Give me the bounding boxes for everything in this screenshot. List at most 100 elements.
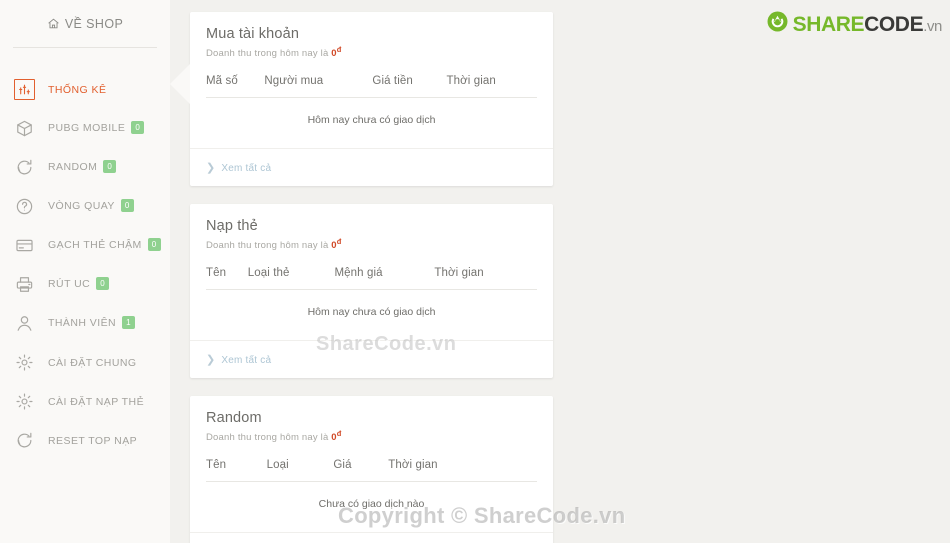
sidebar-item-label-wrap: RANDOM 0 (48, 160, 117, 174)
shop-header[interactable]: VỀ SHOP (0, 0, 170, 47)
card-title: Random (206, 410, 262, 427)
question-icon (14, 196, 35, 217)
column-header: Loại thẻ (247, 253, 335, 291)
revenue-amount: 0đ (331, 237, 342, 251)
sidebar: VỀ SHOP THỐNG KÊ PUBG MOBILE 0 RANDOM 0 VÒNG … (0, 0, 170, 543)
shop-header-label: VỀ SHOP (64, 16, 124, 31)
revenue-amount: 0đ (331, 429, 342, 443)
sidebar-item-thành-viên[interactable]: THÀNH VIÊN 1 (0, 304, 170, 343)
card-subtitle: Doanh thu trong hôm nay là 0đ (206, 237, 537, 251)
card-table: Mã số Người mua Giá tiền Thời gian Hôm nay c… (206, 61, 537, 148)
user-icon (14, 313, 35, 334)
sidebar-item-label-wrap: GẠCH THẺ CHẬM 0 (48, 238, 161, 252)
stats-icon (14, 79, 35, 100)
sidebar-item-random[interactable]: RANDOM 0 (0, 148, 170, 187)
chevron-right-icon: ❯ (206, 162, 216, 175)
card-subtitle: Doanh thu trong hôm nay là 0đ (206, 429, 537, 443)
sidebar-item-label: RANDOM (48, 161, 98, 174)
chevron-right-icon: ❯ (206, 354, 216, 367)
stat-card: Mua tài khoản Doanh thu trong hôm nay là … (190, 12, 553, 187)
box-icon (14, 118, 35, 139)
stat-card: Nạp thẻ Doanh thu trong hôm nay là 0đ Tên L… (190, 204, 553, 379)
view-all-link[interactable]: ❯ Xem tất cả (206, 162, 272, 175)
printer-icon (14, 274, 35, 295)
column-header: Mệnh giá (334, 253, 435, 291)
column-header: Tên (206, 253, 248, 291)
sidebar-item-badge: 0 (120, 199, 134, 212)
table-header-row: Tên Loại thẻ Mệnh giá Thời gian (206, 253, 537, 291)
sidebar-item-pubg-mobile[interactable]: PUBG MOBILE 0 (0, 109, 170, 148)
sidebar-item-rút-uc[interactable]: RÚT UC 0 (0, 265, 170, 304)
view-all-link[interactable]: ❯ Xem tất cả (206, 354, 272, 367)
sidebar-item-thống-kê[interactable]: THỐNG KÊ (0, 70, 170, 109)
dashboard-page: VỀ SHOP THỐNG KÊ PUBG MOBILE 0 RANDOM 0 VÒNG … (0, 0, 950, 543)
table-empty-row: Chưa có giao dịch nào (206, 482, 537, 533)
table-header-row: Mã số Người mua Giá tiền Thời gian (206, 61, 537, 99)
view-all-label: Xem tất cả (221, 163, 272, 175)
refresh-icon (14, 430, 35, 451)
currency-symbol: đ (336, 45, 342, 54)
column-header: Thời gian (446, 61, 537, 99)
sidebar-item-label: GẠCH THẺ CHẬM (48, 239, 142, 252)
sidebar-item-gạch-thẻ-chậm[interactable]: GẠCH THẺ CHẬM 0 (0, 226, 170, 265)
sidebar-item-vòng-quay[interactable]: VÒNG QUAY 0 (0, 187, 170, 226)
column-header: Tên (206, 445, 267, 483)
sidebar-item-label-wrap: CÀI ĐẶT NẠP THẺ (48, 396, 144, 408)
sidebar-item-cài-đặt-chung[interactable]: CÀI ĐẶT CHUNG (0, 343, 170, 382)
sidebar-item-reset-top-nạp[interactable]: RESET TOP NẠP (0, 421, 170, 460)
sidebar-item-badge: 0 (96, 277, 110, 290)
column-header: Loại (266, 445, 334, 483)
gear-icon (14, 391, 35, 412)
currency-symbol: đ (336, 237, 342, 247)
card-table-wrap: Mã số Người mua Giá tiền Thời gian Hôm nay c… (190, 61, 553, 148)
logo-text: SHARECODE.vn (792, 12, 943, 36)
sidebar-item-label: PUBG MOBILE (48, 122, 126, 135)
card-header: Nạp thẻ Doanh thu trong hôm nay là 0đ (190, 204, 553, 253)
empty-message: Hôm nay chưa có giao dịch (307, 114, 436, 127)
logo-code: CODE (864, 12, 924, 36)
card-title: Nạp thẻ (206, 218, 258, 235)
main-content: SHARECODE.vn Mua tài khoản Doanh thu tron… (170, 0, 950, 543)
sidebar-item-label-wrap: PUBG MOBILE 0 (48, 121, 145, 135)
logo-share: SHARE (792, 12, 865, 36)
column-header: Thời gian (388, 445, 537, 483)
subtitle-prefix: Doanh thu trong hôm nay là (206, 240, 332, 252)
sidebar-item-label: CÀI ĐẶT NẠP THẺ (48, 395, 145, 408)
refresh-icon (14, 157, 35, 178)
sharecode-logo: SHARECODE.vn (767, 11, 942, 37)
table-empty-row: Hôm nay chưa có giao dịch (206, 98, 537, 149)
card-footer: ❯ Xem tất cả (190, 340, 553, 378)
column-header: Thời gian (434, 253, 537, 291)
sidebar-item-label-wrap: VÒNG QUAY 0 (48, 199, 134, 213)
column-header: Mã số (206, 61, 265, 99)
sidebar-item-badge: 1 (122, 316, 136, 329)
column-header: Giá (333, 445, 389, 483)
stats-card-grid: Mua tài khoản Doanh thu trong hôm nay là … (190, 12, 930, 543)
stat-card: Random Doanh thu trong hôm nay là 0đ Tên Lo… (190, 396, 553, 543)
sidebar-divider (13, 47, 157, 48)
card-header: Mua tài khoản Doanh thu trong hôm nay là … (190, 12, 553, 61)
sidebar-item-label: CÀI ĐẶT CHUNG (48, 356, 137, 369)
sidebar-item-cài-đặt-nạp-thẻ[interactable]: CÀI ĐẶT NẠP THẺ (0, 382, 170, 421)
card-table-wrap: Tên Loại thẻ Mệnh giá Thời gian Hôm nay chưa… (190, 253, 553, 340)
empty-message: Chưa có giao dịch nào (318, 498, 425, 511)
card-header: Random Doanh thu trong hôm nay là 0đ (190, 396, 553, 445)
card-table: Tên Loại thẻ Mệnh giá Thời gian Hôm nay chưa… (206, 253, 537, 340)
empty-message: Hôm nay chưa có giao dịch (307, 306, 436, 319)
sidebar-item-badge: 0 (147, 238, 161, 251)
revenue-amount: 0đ (331, 45, 342, 59)
sidebar-item-badge: 0 (103, 160, 117, 173)
sidebar-item-label-wrap: THỐNG KÊ (48, 84, 106, 96)
sidebar-nav: THỐNG KÊ PUBG MOBILE 0 RANDOM 0 VÒNG QUAY 0 GẠC… (0, 70, 170, 460)
subtitle-prefix: Doanh thu trong hôm nay là (206, 432, 332, 444)
sidebar-item-label-wrap: RESET TOP NẠP (48, 435, 137, 447)
sidebar-item-badge: 0 (131, 121, 145, 134)
view-all-label: Xem tất cả (221, 355, 272, 367)
table-header-row: Tên Loại Giá Thời gian (206, 445, 537, 483)
sidebar-item-label: RESET TOP NẠP (48, 434, 138, 447)
currency-symbol: đ (336, 429, 342, 439)
sidebar-item-label-wrap: THÀNH VIÊN 1 (48, 316, 136, 330)
gear-icon (14, 352, 35, 373)
card-footer-empty (190, 532, 553, 543)
card-title: Mua tài khoản (206, 26, 300, 42)
